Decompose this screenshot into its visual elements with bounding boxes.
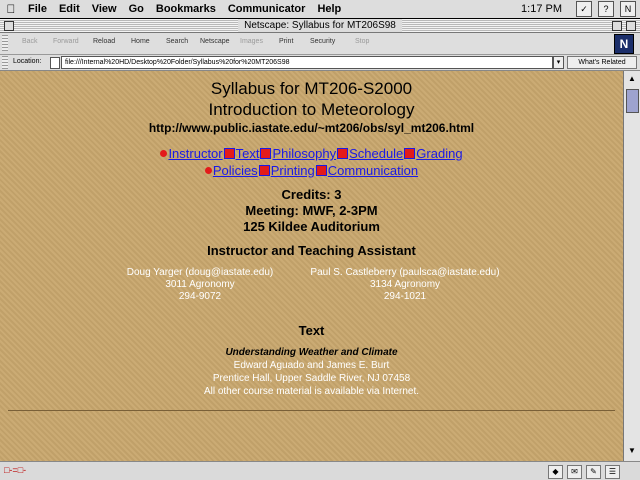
menu-help[interactable]: Help — [311, 3, 347, 15]
bullet-icon — [260, 148, 272, 159]
menu-view[interactable]: View — [86, 3, 123, 15]
nav-row-1: Instructor Text Philosophy Schedule Grading — [0, 146, 623, 161]
window-title: Netscape: Syllabus for MT206S98 — [238, 19, 402, 32]
instructor-info: Doug Yarger (doug@iastate.edu) 3011 Agro… — [110, 267, 290, 303]
ta-info: Paul S. Castleberry (paulsca@iastate.edu… — [295, 267, 515, 303]
ta-phone: 294-1021 — [383, 291, 427, 302]
menu-bar:  File Edit View Go Bookmarks Communicat… — [0, 0, 640, 19]
scroll-down-icon[interactable]: ▼ — [626, 445, 638, 457]
window-title-bar[interactable]: Netscape: Syllabus for MT206S98 — [0, 19, 640, 33]
location-bar: Location: file:///Internal%20HD/Desktop%… — [0, 55, 640, 71]
netscape-app-icon[interactable]: N — [620, 1, 636, 17]
home-button[interactable]: Home — [131, 38, 150, 45]
composer-icon[interactable]: ✎ — [586, 465, 601, 479]
link-grading[interactable]: Grading — [416, 146, 462, 161]
security-lock-icon[interactable]: □-=□- — [4, 466, 34, 475]
location-grip[interactable] — [2, 56, 8, 69]
page-title: Syllabus for MT206-S2000 — [210, 79, 413, 98]
book-note: All other course material is available v… — [203, 386, 420, 397]
link-printing[interactable]: Printing — [271, 163, 315, 178]
bullet-icon — [204, 167, 212, 174]
apple-menu-icon[interactable]:  — [0, 2, 22, 16]
location-label: Location: — [13, 58, 42, 65]
window-collapse-button[interactable] — [626, 21, 636, 31]
instructor-office: 3011 Agronomy — [165, 279, 235, 290]
bullet-icon — [404, 148, 416, 159]
horizontal-rule — [8, 410, 615, 411]
link-schedule[interactable]: Schedule — [349, 146, 403, 161]
navigator-icon[interactable]: ◆ — [548, 465, 563, 479]
print-button[interactable]: Print — [279, 38, 293, 45]
link-communication[interactable]: Communication — [328, 163, 418, 178]
netscape-button[interactable]: Netscape — [200, 38, 230, 45]
credits-text: Credits: 3 — [281, 187, 342, 202]
reload-button[interactable]: Reload — [93, 38, 115, 45]
menu-edit[interactable]: Edit — [53, 3, 86, 15]
mail-icon[interactable]: ✉ — [567, 465, 582, 479]
nav-row-2: Policies Printing Communication — [0, 163, 623, 178]
page-subtitle: Introduction to Meteorology — [208, 100, 415, 119]
menu-go[interactable]: Go — [123, 3, 150, 15]
vertical-scrollbar[interactable]: ▲ ▼ — [623, 71, 640, 461]
link-philosophy[interactable]: Philosophy — [272, 146, 336, 161]
book-title: Understanding Weather and Climate — [225, 347, 398, 358]
location-url-field[interactable]: file:///Internal%20HD/Desktop%20Folder/S… — [61, 56, 553, 69]
page-proxy-icon[interactable] — [50, 57, 60, 69]
instructor-name: Doug Yarger (doug@iastate.edu) — [126, 267, 274, 278]
navigation-toolbar: Back Forward Reload Home Search Netscape… — [0, 33, 640, 55]
bullet-icon — [315, 165, 327, 176]
page-content: Syllabus for MT206-S2000 Introduction to… — [0, 71, 623, 461]
book-authors: Edward Aguado and James E. Burt — [233, 360, 390, 371]
images-button[interactable]: Images — [240, 38, 263, 45]
netscape-logo: N — [614, 34, 634, 54]
scroll-thumb[interactable] — [626, 89, 639, 113]
text-heading: Text — [298, 323, 325, 338]
link-policies[interactable]: Policies — [213, 163, 258, 178]
toolbar-grip[interactable] — [2, 35, 8, 51]
instructor-heading: Instructor and Teaching Assistant — [207, 243, 416, 258]
forward-button[interactable]: Forward — [53, 38, 79, 45]
location-text: 125 Kildee Auditorium — [243, 219, 380, 234]
menu-communicator[interactable]: Communicator — [222, 3, 312, 15]
scroll-up-icon[interactable]: ▲ — [626, 73, 638, 85]
window-zoom-button[interactable] — [612, 21, 622, 31]
instructor-phone: 294-9072 — [178, 291, 222, 302]
security-button[interactable]: Security — [310, 38, 335, 45]
menu-file[interactable]: File — [22, 3, 53, 15]
menu-clock: 1:17 PM — [521, 3, 562, 15]
location-dropdown-icon[interactable]: ▾ — [553, 56, 564, 69]
menu-bookmarks[interactable]: Bookmarks — [150, 3, 222, 15]
ta-name: Paul S. Castleberry (paulsca@iastate.edu… — [310, 267, 500, 278]
status-bar: □-=□- ◆ ✉ ✎ ☰ — [0, 461, 640, 480]
component-bar: ◆ ✉ ✎ ☰ — [548, 465, 620, 479]
stop-button[interactable]: Stop — [355, 38, 369, 45]
window-close-button[interactable] — [4, 21, 14, 31]
back-button[interactable]: Back — [22, 38, 38, 45]
search-button[interactable]: Search — [166, 38, 188, 45]
meeting-text: Meeting: MWF, 2-3PM — [245, 203, 378, 218]
discussion-icon[interactable]: ☰ — [605, 465, 620, 479]
help-icon[interactable]: ? — [598, 1, 614, 17]
bullet-icon — [223, 148, 235, 159]
bullet-icon — [337, 148, 349, 159]
ta-office: 3134 Agronomy — [369, 279, 441, 290]
control-strip-icon[interactable]: ✓ — [576, 1, 592, 17]
bullet-icon — [160, 150, 168, 157]
book-publisher: Prentice Hall, Upper Saddle River, NJ 07… — [212, 373, 411, 384]
bullet-icon — [258, 165, 270, 176]
whats-related-button[interactable]: What's Related — [567, 56, 637, 69]
page-url-text: http://www.public.iastate.edu/~mt206/obs… — [148, 121, 475, 135]
link-instructor[interactable]: Instructor — [168, 146, 222, 161]
link-text[interactable]: Text — [236, 146, 260, 161]
